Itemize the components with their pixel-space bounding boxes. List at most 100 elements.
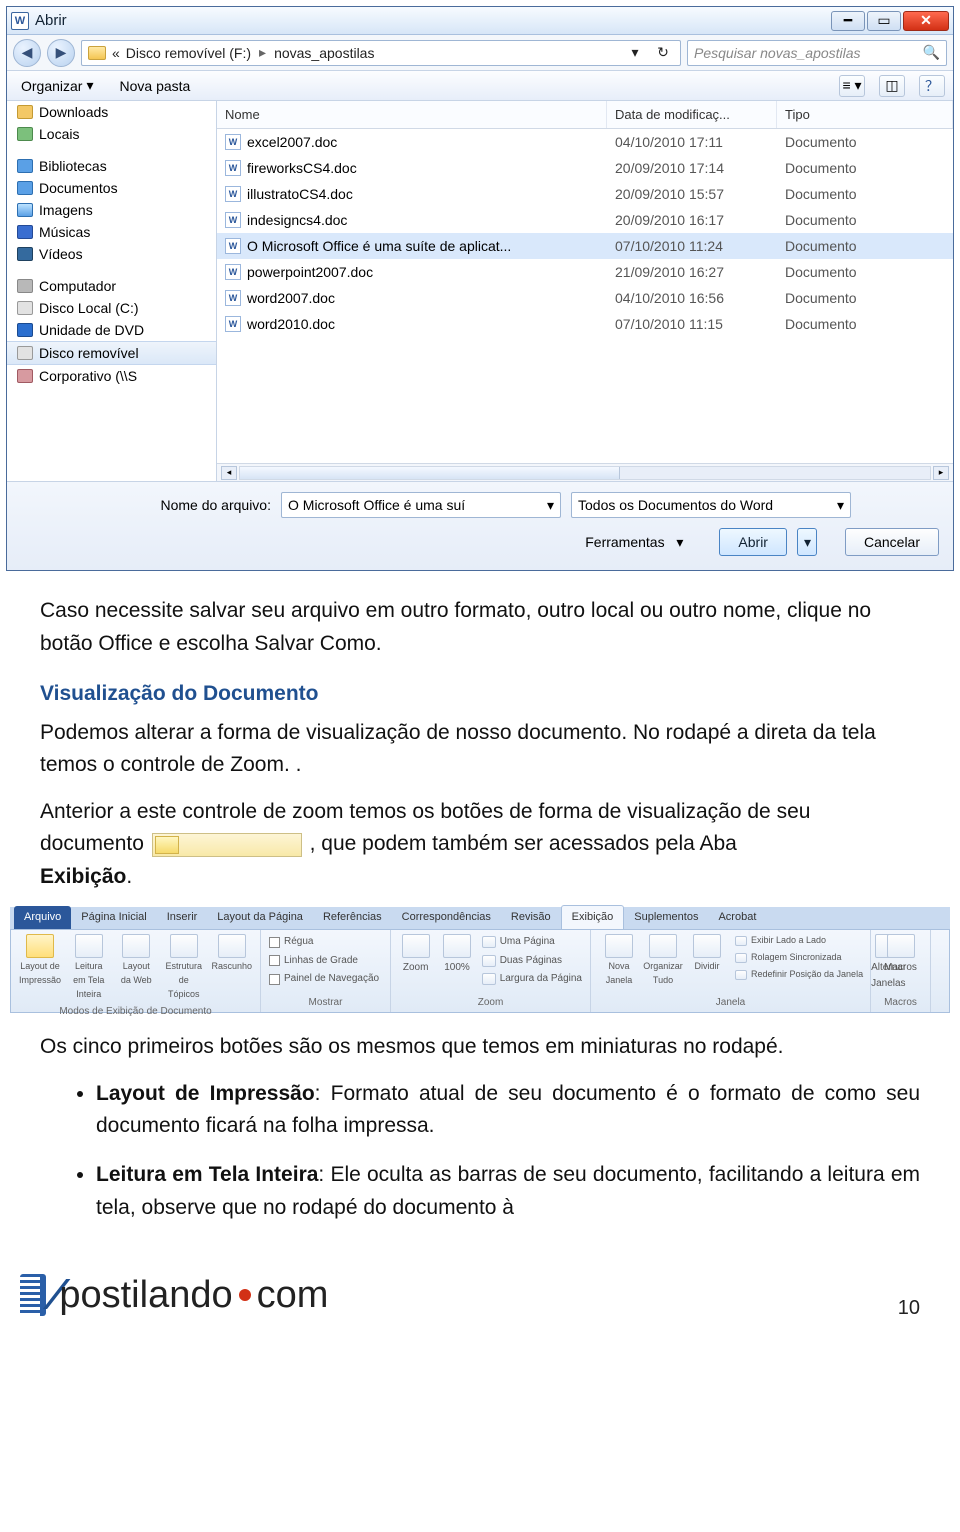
- tree-item-label: Bibliotecas: [39, 158, 107, 174]
- zoom-option[interactable]: Largura da Página: [482, 971, 582, 987]
- help-button[interactable]: ？: [919, 75, 945, 97]
- window-button[interactable]: Organizar Tudo: [643, 934, 683, 988]
- filetype-filter[interactable]: Todos os Documentos do Word▾: [571, 492, 851, 518]
- new-folder-button[interactable]: Nova pasta: [114, 76, 197, 96]
- zoom-button[interactable]: Zoom: [399, 934, 432, 976]
- table-row[interactable]: Wword2010.doc07/10/2010 11:15Documento: [217, 311, 953, 337]
- file-rows: Wexcel2007.doc04/10/2010 17:11Documento …: [217, 129, 953, 463]
- scroll-thumb[interactable]: [240, 467, 620, 479]
- table-row[interactable]: Wexcel2007.doc04/10/2010 17:11Documento: [217, 129, 953, 155]
- forward-button[interactable]: ▶: [47, 39, 75, 67]
- file-date: 20/09/2010 17:14: [607, 160, 777, 176]
- tree-item[interactable]: Disco Local (C:): [7, 297, 216, 319]
- minimize-button[interactable]: ━: [831, 11, 865, 31]
- ribbon-tab[interactable]: Exibição: [561, 905, 625, 929]
- window-side-option[interactable]: Rolagem Sincronizada: [735, 951, 863, 965]
- dialog-bottom: Nome do arquivo: O Microsoft Office é um…: [7, 481, 953, 570]
- ribbon-tab[interactable]: Suplementos: [624, 906, 708, 929]
- pct-icon: [443, 934, 471, 958]
- view-mode-button[interactable]: Estrutura de Tópicos: [164, 934, 203, 1002]
- file-date: 20/09/2010 16:17: [607, 212, 777, 228]
- ribbon-tab[interactable]: Referências: [313, 906, 392, 929]
- col-date[interactable]: Data de modificaç...: [607, 101, 777, 128]
- tools-button[interactable]: Ferramentas ▾: [579, 532, 689, 553]
- ribbon-tab[interactable]: Revisão: [501, 906, 561, 929]
- view-mode-button[interactable]: Layout de Impressão: [19, 934, 61, 988]
- tree-item[interactable]: Vídeos: [7, 243, 216, 265]
- breadcrumb-folder[interactable]: novas_apostilas: [274, 45, 374, 61]
- table-row[interactable]: WillustratoCS4.doc20/09/2010 15:57Docume…: [217, 181, 953, 207]
- ribbon-tab[interactable]: Correspondências: [392, 906, 501, 929]
- tree-scroll[interactable]: DownloadsLocais Bibliotecas Documentos Imag…: [7, 101, 216, 481]
- open-split-button[interactable]: ▾: [797, 528, 817, 556]
- ribbon-group-show: RéguaLinhas de GradePainel de Navegação …: [261, 930, 391, 1012]
- file-date: 04/10/2010 17:11: [607, 134, 777, 150]
- search-icon[interactable]: 🔍: [923, 44, 940, 61]
- tree-item[interactable]: Imagens: [7, 199, 216, 221]
- table-row[interactable]: Wword2007.doc04/10/2010 16:56Documento: [217, 285, 953, 311]
- table-row[interactable]: WfireworksCS4.doc20/09/2010 17:14Documen…: [217, 155, 953, 181]
- breadcrumb[interactable]: « Disco removível (F:) novas_apostilas ▾…: [81, 40, 681, 66]
- zoom-option[interactable]: Duas Páginas: [482, 953, 582, 969]
- tree-item[interactable]: Unidade de DVD: [7, 319, 216, 341]
- open-button[interactable]: Abrir: [719, 528, 787, 556]
- filename-input[interactable]: O Microsoft Office é uma suí▾: [281, 492, 561, 518]
- file-type: Documento: [777, 238, 953, 254]
- search-input[interactable]: Pesquisar novas_apostilas 🔍: [687, 40, 947, 66]
- window-button[interactable]: Dividir: [687, 934, 727, 988]
- tree-item[interactable]: Documentos: [7, 177, 216, 199]
- ribbon-tab[interactable]: Inserir: [157, 906, 208, 929]
- tree-item[interactable]: Downloads: [7, 101, 216, 123]
- scroll-right-icon[interactable]: ▸: [933, 466, 949, 480]
- tree-item[interactable]: Bibliotecas: [7, 155, 216, 177]
- tree-item[interactable]: Corporativo (\\S: [7, 365, 216, 387]
- view-mode-button[interactable]: Leitura em Tela Inteira: [69, 934, 108, 1002]
- ribbon-tab[interactable]: Layout da Página: [207, 906, 313, 929]
- file-date: 07/10/2010 11:15: [607, 316, 777, 332]
- horizontal-scrollbar[interactable]: ◂ ▸: [217, 463, 953, 481]
- zoom-100-button[interactable]: 100%: [440, 934, 473, 976]
- zoom-option[interactable]: Uma Página: [482, 934, 582, 950]
- tree-item[interactable]: Músicas: [7, 221, 216, 243]
- window-side-option[interactable]: Exibir Lado a Lado: [735, 934, 863, 948]
- back-button[interactable]: ◀: [13, 39, 41, 67]
- view-mode-button[interactable]: Rascunho: [211, 934, 252, 974]
- breadcrumb-dropdown-icon[interactable]: ▾: [624, 42, 646, 64]
- scroll-track[interactable]: [239, 466, 931, 480]
- tree-item-label: Disco Local (C:): [39, 300, 139, 316]
- macros-button[interactable]: Macros: [879, 934, 922, 976]
- checkbox-row[interactable]: Painel de Navegação: [269, 971, 379, 987]
- preview-pane-button[interactable]: ◫: [879, 75, 905, 97]
- tree-item-label: Imagens: [39, 202, 93, 218]
- file-type: Documento: [777, 264, 953, 280]
- word-icon: W: [11, 12, 29, 30]
- tree-item-label: Disco removível: [39, 345, 139, 361]
- ribbon-tab[interactable]: Acrobat: [708, 906, 766, 929]
- table-row[interactable]: Windesigncs4.doc20/09/2010 16:17Document…: [217, 207, 953, 233]
- col-name[interactable]: Nome: [217, 101, 607, 128]
- view-options-button[interactable]: ≡ ▾: [839, 75, 865, 97]
- table-row[interactable]: Wpowerpoint2007.doc21/09/2010 16:27Docum…: [217, 259, 953, 285]
- ribbon-tab[interactable]: Página Inicial: [71, 906, 156, 929]
- refresh-icon[interactable]: ↻: [652, 42, 674, 64]
- cancel-button[interactable]: Cancelar: [845, 528, 939, 556]
- view-mode-button[interactable]: Layout da Web: [117, 934, 156, 988]
- table-row[interactable]: WO Microsoft Office é uma suíte de aplic…: [217, 233, 953, 259]
- close-button[interactable]: ✕: [903, 11, 949, 31]
- window-side-option[interactable]: Redefinir Posição da Janela: [735, 968, 863, 982]
- dot-icon: [239, 1289, 251, 1301]
- checkbox-row[interactable]: Régua: [269, 934, 379, 950]
- scroll-left-icon[interactable]: ◂: [221, 466, 237, 480]
- tree-item[interactable]: Computador: [7, 275, 216, 297]
- ribbon-tab[interactable]: Arquivo: [14, 906, 71, 929]
- col-type[interactable]: Tipo: [777, 101, 953, 128]
- tree-item[interactable]: Disco removível: [7, 341, 216, 365]
- tree-item[interactable]: Locais: [7, 123, 216, 145]
- organize-button[interactable]: Organizar ▾: [15, 75, 100, 96]
- breadcrumb-drive[interactable]: Disco removível (F:): [126, 45, 251, 61]
- checkbox-row[interactable]: Linhas de Grade: [269, 953, 379, 969]
- tree-item-icon: [17, 225, 33, 239]
- maximize-button[interactable]: ▭: [867, 11, 901, 31]
- window-button[interactable]: Nova Janela: [599, 934, 639, 988]
- nav-row: ◀ ▶ « Disco removível (F:) novas_apostil…: [7, 35, 953, 71]
